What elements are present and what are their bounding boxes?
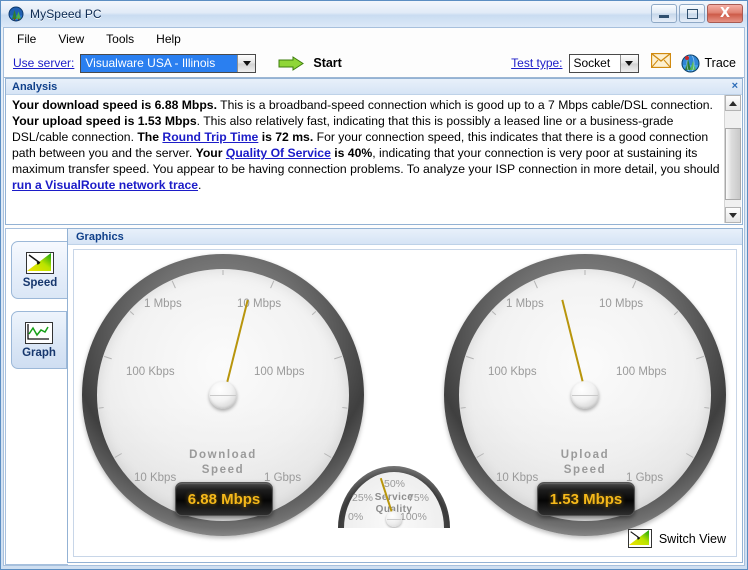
chevron-down-icon [729, 213, 737, 218]
quality-of-service-link[interactable]: Quality Of Service [226, 146, 331, 160]
view-tab-rail: Speed Graph [5, 228, 68, 565]
upload-gauge-hub [571, 381, 599, 409]
download-tick-label-100kbps: 100 Kbps [126, 366, 175, 378]
upload-tick-label-100kbps: 100 Kbps [488, 366, 537, 378]
menu-item-help[interactable]: Help [147, 30, 190, 48]
download-gauge-hub [209, 381, 237, 409]
upload-summary-bold: Your upload speed is 1.53 Mbps [12, 114, 197, 128]
title-bar: MySpeed PC X [1, 1, 747, 27]
graphics-header: Graphics [68, 229, 742, 245]
switch-view-icon [628, 529, 652, 548]
envelope-icon [651, 53, 671, 68]
switch-view-button[interactable]: Switch View [628, 529, 726, 548]
sidebar-item-graph-label: Graph [22, 347, 56, 359]
download-readout-value: 6.88 Mbps [188, 491, 261, 508]
problem-suffix: . [198, 178, 201, 192]
use-server-link[interactable]: Use server: [13, 56, 74, 70]
analysis-panel: Analysis × Your download speed is 6.88 M… [5, 78, 743, 225]
line-graph-icon [25, 322, 53, 344]
analysis-title: Analysis [12, 81, 57, 93]
menu-item-view[interactable]: View [49, 30, 93, 48]
trace-label: Trace [705, 56, 737, 70]
start-label: Start [313, 56, 341, 70]
analysis-header: Analysis × [6, 79, 742, 95]
globe-icon [681, 54, 700, 73]
upload-tick-label-1mbps: 1 Mbps [506, 298, 544, 310]
gauge-tick [223, 270, 224, 275]
window-controls: X [651, 4, 743, 23]
chevron-up-icon [729, 101, 737, 106]
download-title-line1: Download [82, 448, 364, 463]
server-select[interactable]: Visualware USA - Illinois [80, 54, 256, 73]
switch-view-label: Switch View [659, 532, 726, 546]
window-title: MySpeed PC [30, 7, 102, 21]
graphics-canvas: 100 Kbps 1 Mbps 10 Mbps 100 Mbps 10 Kbps… [73, 249, 737, 557]
upload-gauge-title: Upload Speed [444, 448, 726, 478]
visualroute-trace-link[interactable]: run a VisualRoute network trace [12, 178, 198, 192]
rtt-bold: is 72 ms. [258, 130, 313, 144]
rtt-prefix: The [137, 130, 162, 144]
close-button[interactable]: X [707, 4, 743, 23]
service-quality-gauge: 0% 25% 50% 75% 100% Service Quality [338, 466, 450, 528]
scroll-up-button[interactable] [725, 95, 741, 111]
download-tick-label-100mbps: 100 Mbps [254, 366, 305, 378]
minimize-button[interactable] [651, 4, 677, 23]
upload-title-line1: Upload [444, 448, 726, 463]
maximize-button[interactable] [679, 4, 705, 23]
menu-item-tools[interactable]: Tools [97, 30, 143, 48]
scrollbar-thumb[interactable] [725, 128, 741, 200]
gauge-tick [585, 270, 586, 275]
minimize-icon [652, 5, 676, 22]
quality-gauge-hub [386, 511, 402, 527]
quality-tick-50: 50% [384, 478, 405, 490]
upload-gauge: 100 Kbps 1 Mbps 10 Mbps 100 Mbps 10 Kbps… [444, 254, 726, 536]
analysis-scrollbar[interactable] [724, 95, 741, 223]
problem-text: You appear to be having connection probl… [153, 162, 720, 176]
chevron-down-icon[interactable] [237, 55, 255, 72]
start-button[interactable]: Start [278, 56, 341, 71]
email-button[interactable] [651, 53, 671, 73]
test-type-link[interactable]: Test type: [511, 56, 562, 70]
test-type-value: Socket [570, 55, 620, 72]
close-icon: X [708, 5, 742, 22]
analysis-text: Your download speed is 6.88 Mbps. This i… [7, 95, 724, 223]
green-arrow-icon [278, 56, 304, 71]
maximize-icon [680, 5, 704, 22]
upload-tick-label-100mbps: 100 Mbps [616, 366, 667, 378]
server-select-value: Visualware USA - Illinois [81, 55, 237, 72]
graphics-title: Graphics [76, 231, 124, 243]
qos-prefix: Your [196, 146, 226, 160]
speed-gauge-icon [26, 252, 54, 274]
chevron-down-icon[interactable] [620, 55, 638, 72]
app-icon [8, 6, 24, 22]
menu-item-file[interactable]: File [8, 30, 45, 48]
app-window: MySpeed PC X File View Tools Help Use se… [0, 0, 748, 570]
download-summary-rest: This is a broadband-speed connection whi… [217, 98, 713, 112]
sidebar-item-graph[interactable]: Graph [11, 311, 67, 369]
upload-title-line2: Speed [444, 463, 726, 478]
scroll-down-button[interactable] [725, 207, 741, 223]
graphics-panel: Graphics 100 Kbps 1 Mbps 10 Mbps 100 Mbp… [67, 228, 743, 563]
download-summary-bold: Your download speed is 6.88 Mbps. [12, 98, 217, 112]
download-gauge: 100 Kbps 1 Mbps 10 Mbps 100 Mbps 10 Kbps… [82, 254, 364, 536]
qos-bold: is 40% [331, 146, 372, 160]
upload-readout-value: 1.53 Mbps [550, 491, 623, 508]
download-tick-label-1mbps: 1 Mbps [144, 298, 182, 310]
round-trip-time-link[interactable]: Round Trip Time [162, 130, 258, 144]
quality-title-line1: Service [338, 492, 450, 504]
menu-bar: File View Tools Help [4, 28, 744, 50]
toolbar: Use server: Visualware USA - Illinois St… [4, 49, 744, 78]
upload-readout: 1.53 Mbps [537, 482, 635, 516]
download-gauge-title: Download Speed [82, 448, 364, 478]
sidebar-item-speed-label: Speed [23, 277, 58, 289]
download-title-line2: Speed [82, 463, 364, 478]
download-readout: 6.88 Mbps [175, 482, 273, 516]
sidebar-item-speed[interactable]: Speed [11, 241, 69, 299]
trace-button[interactable]: Trace [681, 54, 737, 73]
test-type-select[interactable]: Socket [569, 54, 639, 73]
upload-tick-label-10mbps: 10 Mbps [599, 298, 643, 310]
analysis-close-icon[interactable]: × [732, 79, 738, 93]
